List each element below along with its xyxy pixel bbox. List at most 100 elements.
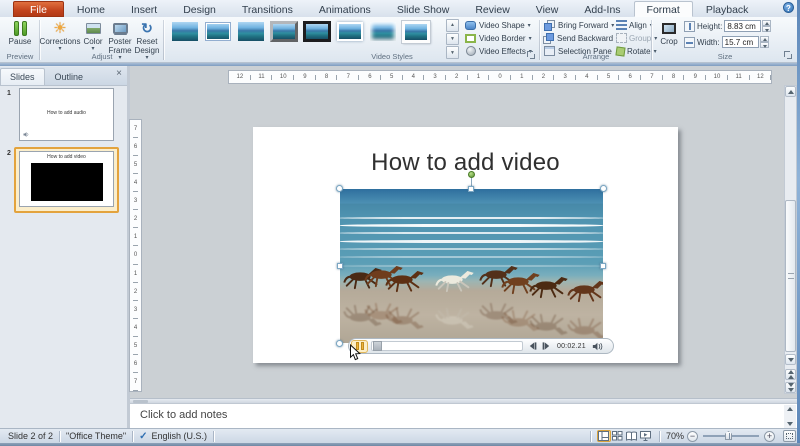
- status-left: Slide 2 of 2 "Office Theme" ✓ English (U…: [0, 431, 220, 442]
- width-row: Width: 15.7 cm: [684, 35, 794, 49]
- rotate-handle[interactable]: [468, 171, 475, 178]
- spell-check-icon[interactable]: ✓: [139, 431, 147, 442]
- ruler-mark: 2: [446, 71, 468, 83]
- vertical-scrollbar[interactable]: [784, 85, 797, 394]
- video-object[interactable]: [340, 189, 603, 343]
- tab-insert[interactable]: Insert: [118, 1, 170, 17]
- video-style-thumb[interactable]: [302, 19, 332, 44]
- ruler-mark: 11: [728, 71, 750, 83]
- width-field[interactable]: 15.7 cm: [722, 36, 759, 48]
- resize-handle-w[interactable]: [337, 263, 343, 269]
- corrections-icon: ☀: [53, 19, 66, 37]
- tab-outline[interactable]: Outline: [45, 68, 94, 85]
- tab-animations[interactable]: Animations: [306, 1, 384, 17]
- normal-view-button[interactable]: [597, 430, 611, 442]
- align-button[interactable]: Align ▾: [616, 19, 652, 31]
- previous-slide-button[interactable]: [785, 369, 796, 380]
- video-style-thumb[interactable]: [401, 19, 431, 44]
- tab-file[interactable]: File: [13, 1, 64, 17]
- video-style-thumb[interactable]: [368, 19, 398, 44]
- color-button[interactable]: Color ▾: [80, 19, 106, 52]
- zoom-in-icon[interactable]: +: [764, 431, 775, 442]
- zoom-slider[interactable]: [703, 435, 759, 437]
- resize-handle-ne[interactable]: [600, 185, 607, 192]
- width-stepper[interactable]: [760, 36, 769, 48]
- tab-add-ins[interactable]: Add-Ins: [571, 1, 633, 17]
- notes-scroll-up-icon[interactable]: [787, 407, 793, 411]
- reading-view-button[interactable]: [625, 430, 639, 442]
- zoom-slider-thumb[interactable]: [725, 431, 732, 440]
- language-label[interactable]: English (U.S.): [152, 431, 208, 441]
- video-border-button[interactable]: Video Border ▾: [464, 32, 538, 44]
- slide1-thumbnail[interactable]: How to add audio: [19, 88, 114, 141]
- video-frame[interactable]: [340, 189, 603, 343]
- video-shape-button[interactable]: Video Shape ▾: [464, 19, 538, 31]
- tab-home[interactable]: Home: [64, 1, 118, 17]
- help-icon[interactable]: ?: [783, 2, 794, 13]
- zoom-level[interactable]: 70%: [666, 431, 684, 441]
- video-style-thumb[interactable]: [335, 19, 365, 44]
- group-button[interactable]: Group ▾: [616, 32, 652, 44]
- video-style-preview: [238, 22, 264, 41]
- slide2-thumbnail[interactable]: How to add video: [19, 151, 114, 207]
- ruler-mark: 6: [130, 355, 141, 373]
- media-step-back-button[interactable]: [528, 342, 537, 350]
- notes-scroll-down-icon[interactable]: [787, 422, 793, 426]
- zoom-out-icon[interactable]: −: [687, 431, 698, 442]
- tab-review[interactable]: Review: [462, 1, 522, 17]
- slide-canvas[interactable]: How to add video: [253, 127, 678, 363]
- tab-design[interactable]: Design: [170, 1, 229, 17]
- gallery-up-icon[interactable]: ▲: [446, 19, 459, 32]
- tab-transitions[interactable]: Transitions: [229, 1, 306, 17]
- next-slide-button[interactable]: [785, 382, 796, 393]
- video-styles-dialog-launcher-icon[interactable]: [527, 51, 536, 60]
- scroll-up-icon[interactable]: [785, 86, 796, 97]
- align-icon: [616, 20, 627, 30]
- size-group-label: Size: [652, 52, 798, 61]
- tab-view[interactable]: View: [523, 1, 572, 17]
- media-progress-thumb[interactable]: [373, 341, 382, 351]
- size-fields: Height: 8.83 cm Width: 15.7 cm: [684, 19, 794, 49]
- video-style-thumb[interactable]: [170, 19, 200, 44]
- corrections-button[interactable]: ☀ Corrections ▾: [42, 19, 78, 52]
- fit-to-window-button[interactable]: [783, 430, 796, 442]
- tab-format[interactable]: Format: [634, 1, 693, 17]
- horse-silhouette: [382, 268, 428, 302]
- slide-show-view-button[interactable]: [639, 430, 653, 442]
- pause-button[interactable]: Pause: [5, 19, 35, 47]
- video-style-thumb[interactable]: [236, 19, 266, 44]
- close-icon[interactable]: ×: [116, 69, 122, 79]
- send-backward-button[interactable]: Send Backward ▾: [543, 32, 619, 44]
- scrollbar-thumb[interactable]: [785, 200, 796, 352]
- height-stepper[interactable]: [762, 20, 771, 32]
- height-field[interactable]: 8.83 cm: [724, 20, 761, 32]
- status-bar: Slide 2 of 2 "Office Theme" ✓ English (U…: [0, 428, 800, 443]
- slide-sorter-view-button[interactable]: [611, 430, 625, 442]
- tab-slides[interactable]: Slides: [0, 68, 45, 85]
- crop-button[interactable]: Crop: [656, 19, 682, 47]
- media-step-forward-button[interactable]: [542, 342, 551, 350]
- notes-placeholder[interactable]: Click to add notes: [140, 409, 227, 421]
- resize-handle-n[interactable]: [468, 186, 474, 192]
- ruler-mark: 1: [130, 265, 141, 283]
- media-volume-button[interactable]: [592, 342, 603, 351]
- video-style-thumb[interactable]: [203, 19, 233, 44]
- resize-handle-sw[interactable]: [336, 340, 343, 347]
- theme-name[interactable]: "Office Theme": [66, 431, 126, 441]
- scroll-down-icon[interactable]: [785, 354, 796, 365]
- resize-handle-nw[interactable]: [336, 185, 343, 192]
- slide-title[interactable]: How to add video: [253, 149, 678, 177]
- tab-slide-show[interactable]: Slide Show: [384, 1, 463, 17]
- resize-handle-e[interactable]: [600, 263, 606, 269]
- slide1-number: 1: [7, 90, 11, 97]
- gallery-down-icon[interactable]: ▼: [446, 33, 459, 46]
- media-progress-bar[interactable]: [371, 341, 523, 351]
- bring-forward-button[interactable]: Bring Forward ▾: [543, 19, 619, 31]
- notes-pane[interactable]: Click to add notes: [130, 403, 797, 428]
- horse-reflection: [564, 308, 603, 342]
- minimize-ribbon-icon[interactable]: [768, 5, 776, 10]
- video-style-thumb[interactable]: [269, 19, 299, 44]
- tab-playback[interactable]: Playback: [693, 1, 762, 17]
- notes-scrollbar[interactable]: [784, 405, 796, 428]
- reading-view-icon: [626, 431, 637, 441]
